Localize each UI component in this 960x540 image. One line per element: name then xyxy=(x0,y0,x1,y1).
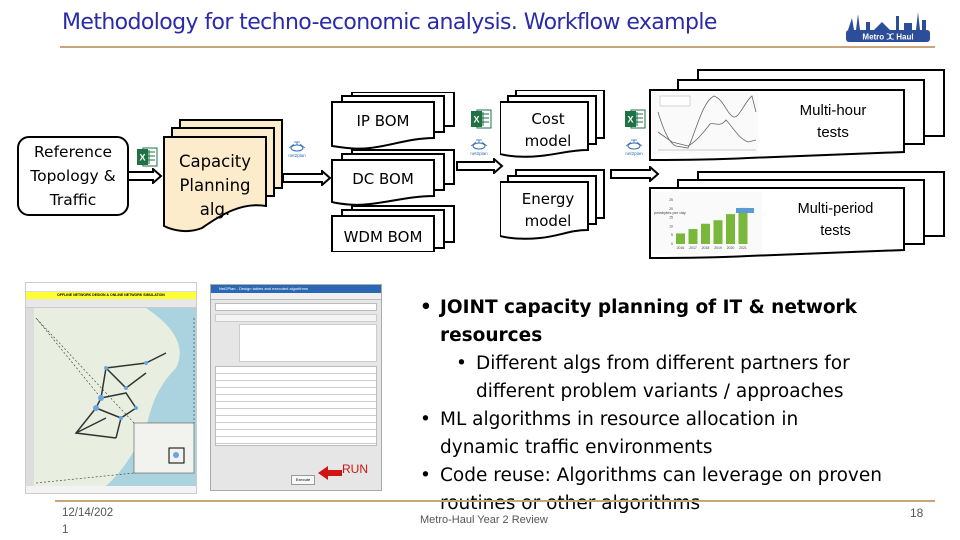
net2plan-icon: net2plan xyxy=(288,141,306,158)
footer-divider xyxy=(55,500,935,502)
page-number: 18 xyxy=(910,506,924,520)
multihour-line-1: Multi-hour xyxy=(799,102,867,119)
chart-bar xyxy=(738,207,748,244)
ref-line-2: Topology & xyxy=(30,167,116,185)
chart-xtick: 2017 xyxy=(689,246,697,250)
svg-text:net2plan: net2plan xyxy=(470,151,488,156)
run-label: RUN xyxy=(342,462,368,476)
dialog-tabs[interactable] xyxy=(211,293,381,300)
multihour-chart xyxy=(652,92,758,154)
bullet-item: • Code reuse: Algorithms can leverage on … xyxy=(420,465,882,514)
svg-text:Metro ⵋ Haul: Metro ⵋ Haul xyxy=(862,33,913,42)
ip-bom-label: IP BOM xyxy=(356,112,410,130)
net2plan-icon: net2plan xyxy=(470,139,488,156)
chart-ytick: 20 xyxy=(669,207,673,211)
net2plan-icon: net2plan xyxy=(625,139,643,156)
chart-bar xyxy=(713,220,723,244)
chart-xtick: 2016 xyxy=(677,246,685,250)
reference-topology-box: Reference Topology & Traffic xyxy=(17,136,129,216)
bullet-item: • ML algorithms in resource allocation in… xyxy=(420,409,799,458)
excel-icon: X xyxy=(137,147,158,167)
arrow-ref-to-capacity xyxy=(127,168,163,184)
svg-text:X: X xyxy=(627,115,633,125)
gui-toolbar xyxy=(26,299,196,308)
red-arrow-icon xyxy=(318,466,342,480)
dialog-titlebar: Net2Plan - Design tables and executed al… xyxy=(211,285,381,293)
cost-line-1: Cost xyxy=(531,110,565,128)
window-titlebar xyxy=(26,283,196,292)
footer-date: 12/14/202 1 xyxy=(62,507,114,536)
chart-ytick: 0 xyxy=(671,242,673,246)
energy-line-1: Energy xyxy=(521,190,575,208)
metro-haul-logo: Metro ⵋ Haul xyxy=(846,12,930,42)
chart-bar xyxy=(726,214,735,244)
chart-bar xyxy=(688,229,698,244)
svg-text:net2plan: net2plan xyxy=(288,153,306,158)
multiperiod-chart: petabytes per day 2016 2017 2018 2019 2020 20… xyxy=(652,192,762,254)
excel-icon: X xyxy=(471,109,492,129)
net2plan-map-screenshot: OFFLINE NETWORK DESIGN & ONLINE NETWORK … xyxy=(25,282,197,494)
chart-bar xyxy=(701,223,710,244)
algorithm-path-field[interactable] xyxy=(215,303,377,311)
parameters-table[interactable] xyxy=(215,366,377,446)
bullet-list: • JOINT capacity planning of IT & network… xyxy=(420,294,960,518)
svg-text:net2plan: net2plan xyxy=(625,151,643,156)
chart-ytick: 10 xyxy=(669,224,673,228)
dc-bom-label: DC BOM xyxy=(352,170,414,188)
tests-stacks: Multi-hour tests petabytes per day 2016 2… xyxy=(648,68,948,260)
capacity-line-1: Capacity xyxy=(178,152,252,171)
algorithm-dialog-screenshot: Net2Plan - Design tables and executed al… xyxy=(210,284,382,491)
chart-ytick: 15 xyxy=(669,216,673,220)
chart-ytick: 25 xyxy=(669,198,673,202)
description-area xyxy=(239,324,377,362)
svg-text:X: X xyxy=(473,115,479,125)
bullet-subitem: • Different algs from different partners … xyxy=(456,353,850,402)
chart-xtick: 2021 xyxy=(739,246,747,250)
wdm-bom-label: WDM BOM xyxy=(343,228,423,246)
title-divider xyxy=(60,46,935,48)
multihour-line-2: tests xyxy=(817,124,849,141)
chart-ytick: 5 xyxy=(671,233,673,237)
chart-callout xyxy=(736,208,754,213)
execute-button[interactable]: Execute xyxy=(291,475,315,485)
bom-stacks: IP BOM DC BOM WDM BOM xyxy=(330,92,458,252)
excel-icon: X xyxy=(625,109,646,129)
arrow-capacity-to-bom xyxy=(282,170,332,186)
network-map xyxy=(26,308,196,486)
chart-xtick: 2018 xyxy=(702,246,710,250)
capacity-line-2: Planning xyxy=(179,176,251,195)
gui-banner: OFFLINE NETWORK DESIGN & ONLINE NETWORK … xyxy=(26,292,196,299)
ref-line-3: Traffic xyxy=(49,191,97,209)
arrow-bom-to-models xyxy=(456,158,504,174)
class-name-field[interactable] xyxy=(215,314,377,322)
capacity-planning-stack: Capacity Planning alg. xyxy=(162,118,287,236)
svg-text:X: X xyxy=(139,153,145,163)
cost-line-2: model xyxy=(524,132,572,150)
multiperiod-line-2: tests xyxy=(820,223,851,239)
chart-xtick: 2020 xyxy=(727,246,735,250)
energy-line-2: model xyxy=(524,212,572,230)
footer-title: Metro-Haul Year 2 Review xyxy=(420,514,548,526)
chart-legend xyxy=(659,95,691,107)
ref-line-1: Reference xyxy=(33,143,113,161)
capacity-line-3: alg. xyxy=(199,200,231,219)
multiperiod-line-1: Multi-period xyxy=(797,201,874,217)
slide-title: Methodology for techno-economic analysis… xyxy=(62,10,717,35)
chart-bar xyxy=(676,233,685,244)
bullet-item: • JOINT capacity planning of IT & network… xyxy=(420,297,857,346)
chart-xtick: 2019 xyxy=(714,246,722,250)
model-stacks: Cost model Energy model xyxy=(500,90,612,250)
